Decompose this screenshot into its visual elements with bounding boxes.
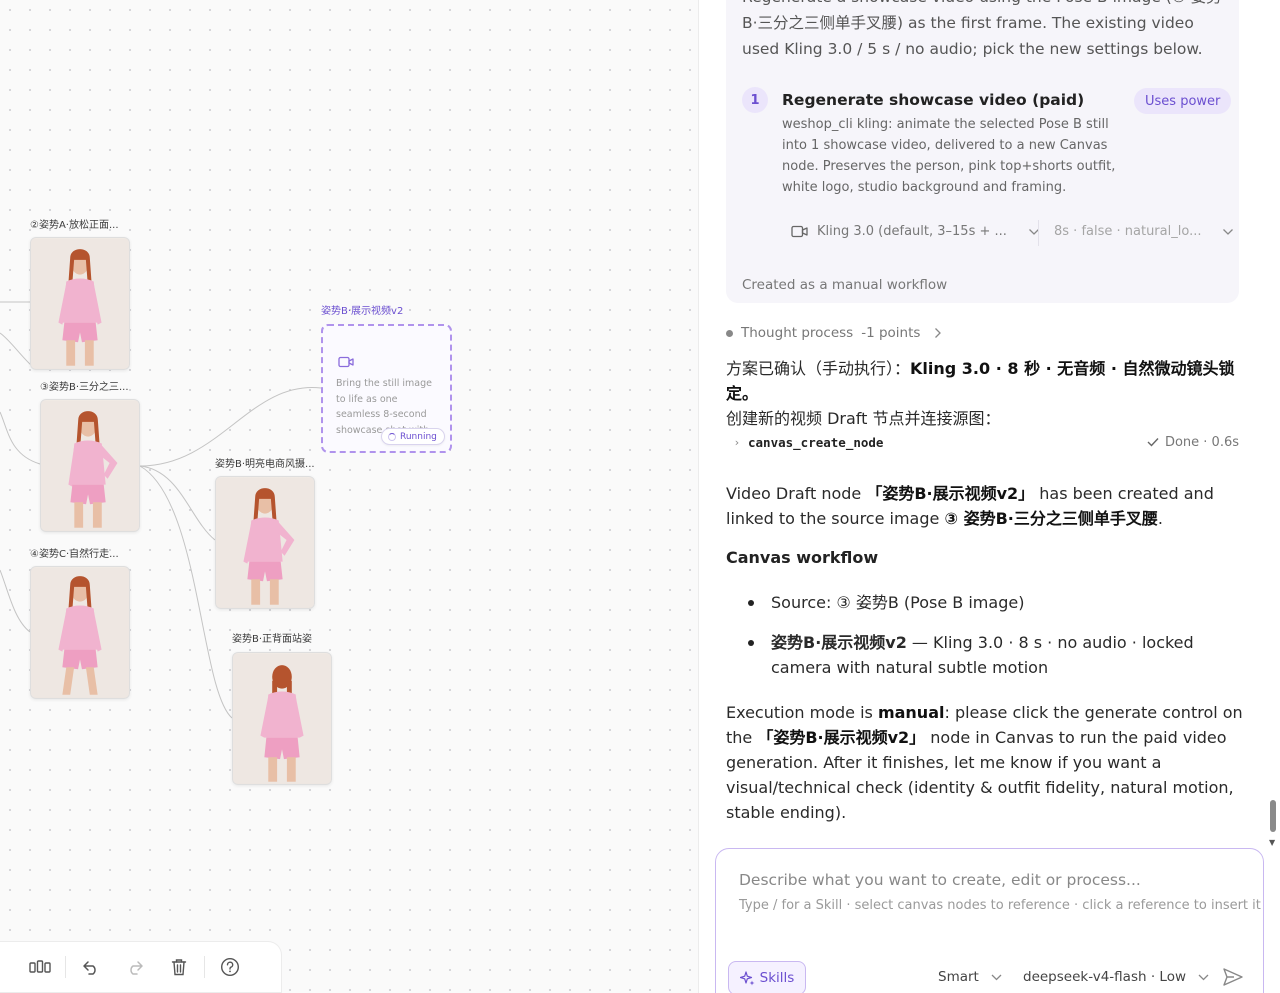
confirmation-message: 方案已确认（手动执行）：Kling 3.0 · 8 秒 · 无音频 · 自然微动… xyxy=(726,356,1246,431)
undo-icon[interactable] xyxy=(69,949,113,985)
step-number: 1 xyxy=(742,87,768,113)
spinner-icon xyxy=(388,432,396,441)
tool-status-text: Done · 0.6s xyxy=(1164,434,1239,450)
toolbar-divider xyxy=(204,956,205,978)
model-select[interactable]: Kling 3.0 (default, 3–15s + ... xyxy=(791,224,1040,239)
image-node-ecommerce[interactable] xyxy=(215,476,315,609)
wire xyxy=(0,332,33,367)
sparkle-icon xyxy=(739,970,755,985)
source-reference: ③ 姿势B·三分之三侧单手叉腰 xyxy=(944,509,1158,528)
chevron-down-icon xyxy=(991,974,1002,980)
chevron-right-icon: › xyxy=(734,435,740,449)
video-node-label: 姿势B·展示视频v2 xyxy=(321,306,404,317)
settings-select-value: 8s · false · natural_lo... xyxy=(1054,224,1202,239)
msg-text: Execution mode is xyxy=(726,703,878,722)
model-photo xyxy=(41,400,139,531)
image-node-pose-b[interactable] xyxy=(40,399,140,532)
mode-select[interactable]: Smart xyxy=(938,969,1002,985)
image-node-pose-a[interactable] xyxy=(30,237,130,370)
video-camera-icon xyxy=(338,356,354,368)
dot-icon xyxy=(726,329,733,337)
wire xyxy=(139,465,216,541)
composer-hint: Type / for a Skill · select canvas nodes… xyxy=(739,898,1261,913)
redo-icon[interactable] xyxy=(113,949,157,985)
confirm-prefix: 方案已确认（手动执行）： xyxy=(726,359,911,378)
step-description: weshop_cli kling: animate the selected P… xyxy=(782,117,1116,195)
settings-select[interactable]: 8s · false · natural_lo... xyxy=(1054,224,1234,239)
node-label: ②姿势A·放松正面... xyxy=(30,220,119,231)
toolbar-divider xyxy=(65,956,66,978)
image-node-back-view[interactable] xyxy=(232,652,332,785)
llm-model-value: deepseek-v4-flash · Low xyxy=(1023,969,1186,985)
msg-text: Video Draft node xyxy=(726,484,867,503)
node-reference: 「姿势B·展示视频v2」 xyxy=(757,728,926,747)
node-label: ④姿势C·自然行走... xyxy=(30,549,119,560)
canvas[interactable]: ②姿势A·放松正面... ③姿势B·三分之三... ④姿势C·自然行走... 姿… xyxy=(0,0,698,993)
node-label: 姿势B·正背面站姿 xyxy=(232,634,313,645)
model-photo xyxy=(31,238,129,369)
image-node-pose-c[interactable] xyxy=(30,566,130,699)
tool-status: Done · 0.6s xyxy=(1147,435,1239,450)
plan-intro: Regenerate a showcase video using the Po… xyxy=(742,0,1222,58)
model-photo xyxy=(233,653,331,784)
bullet-icon xyxy=(748,600,754,606)
chevron-down-icon xyxy=(1198,974,1209,980)
workflow-heading: Canvas workflow xyxy=(726,548,879,567)
thought-process-toggle[interactable]: Thought process -1 points xyxy=(726,325,942,341)
assistant-message-created: Video Draft node 「姿势B·展示视频v2」 has been c… xyxy=(726,481,1246,531)
composer-placeholder[interactable]: Describe what you want to create, edit o… xyxy=(739,871,1141,889)
confirm-suffix: 创建新的视频 Draft 节点并连接源图： xyxy=(726,409,1001,428)
running-status-badge: Running xyxy=(381,428,445,445)
llm-model-select[interactable]: deepseek-v4-flash · Low xyxy=(1023,969,1209,985)
thought-points: -1 points xyxy=(861,325,921,341)
model-photo xyxy=(216,477,314,608)
tool-name: canvas_create_node xyxy=(748,434,884,450)
status-text: Running xyxy=(400,431,437,442)
list-item: 姿势B·展示视频v2 — Kling 3.0 · 8 s · no audio … xyxy=(748,630,1239,680)
scroll-down-arrow-icon[interactable]: ▼ xyxy=(1269,838,1275,847)
select-divider xyxy=(1038,220,1039,246)
chat-scrollbar[interactable] xyxy=(1270,800,1276,832)
msg-text: . xyxy=(1157,509,1163,528)
assistant-message-instructions: Execution mode is manual: please click t… xyxy=(726,700,1246,825)
wire xyxy=(0,569,31,633)
skills-button[interactable]: Skills xyxy=(728,961,806,993)
help-icon[interactable] xyxy=(208,949,252,985)
chevron-right-icon xyxy=(935,328,942,338)
check-icon xyxy=(1147,438,1159,447)
chevron-down-icon xyxy=(1223,228,1234,235)
video-camera-icon xyxy=(791,225,808,238)
model-select-value: Kling 3.0 (default, 3–15s + ... xyxy=(817,224,1007,239)
wire xyxy=(0,411,41,465)
workflow-plan-card: Regenerate a showcase video using the Po… xyxy=(726,0,1239,303)
layout-icon[interactable] xyxy=(18,949,62,985)
thought-label: Thought process xyxy=(741,325,854,341)
mode-value: Smart xyxy=(938,969,979,985)
chat-panel: Regenerate a showcase video using the Po… xyxy=(699,0,1280,993)
uses-power-badge: Uses power xyxy=(1134,88,1232,114)
node-reference: 「姿势B·展示视频v2」 xyxy=(866,484,1035,503)
plan-footer: Created as a manual workflow xyxy=(742,277,948,293)
delete-icon[interactable] xyxy=(157,949,201,985)
list-item-bold: 姿势B·展示视频v2 xyxy=(771,633,907,652)
node-label: 姿势B·明亮电商风摄... xyxy=(215,459,315,470)
send-icon[interactable] xyxy=(1222,966,1244,988)
mode-emphasis: manual xyxy=(877,703,945,722)
skills-label: Skills xyxy=(759,970,795,986)
list-item-text: Source: ③ 姿势B (Pose B image) xyxy=(771,593,1025,612)
node-label: ③姿势B·三分之三... xyxy=(40,382,129,393)
list-item: Source: ③ 姿势B (Pose B image) xyxy=(748,590,1239,615)
canvas-toolbar xyxy=(0,941,282,993)
model-photo xyxy=(31,567,129,698)
chat-composer[interactable]: Describe what you want to create, edit o… xyxy=(715,848,1264,993)
bullet-icon xyxy=(748,640,754,646)
tool-call-row[interactable]: › canvas_create_node Done · 0.6s xyxy=(726,431,1239,453)
step-title: Regenerate showcase video (paid) xyxy=(782,91,1085,109)
